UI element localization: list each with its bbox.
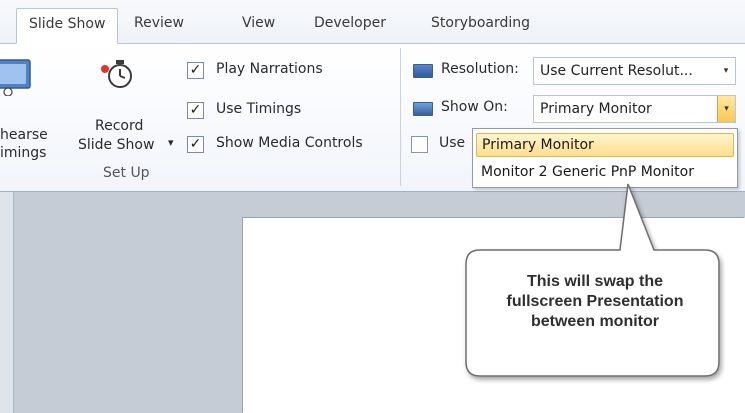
callout-line-3: between monitor <box>530 313 659 330</box>
callout-line-2: fullscreen Presentation <box>506 293 684 310</box>
callout-line-1: This will swap the <box>526 273 664 290</box>
callout-text: This will swap the fullscreen Presentati… <box>466 272 724 332</box>
callout-bubble <box>465 183 720 377</box>
